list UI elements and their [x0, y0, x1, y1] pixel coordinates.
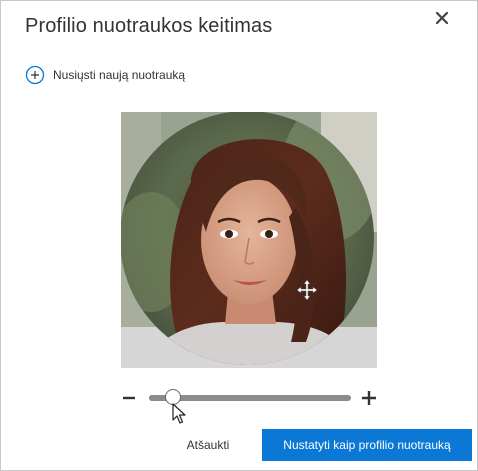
plus-circle-icon	[25, 65, 45, 85]
dialog-title: Profilio nuotraukos keitimas	[25, 15, 273, 37]
profile-photo	[121, 112, 377, 368]
close-button[interactable]	[431, 7, 453, 29]
change-profile-photo-dialog: Profilio nuotraukos keitimas Nusiųsti na…	[0, 0, 478, 471]
zoom-in-button[interactable]	[359, 388, 379, 408]
plus-icon	[362, 391, 376, 405]
upload-new-photo-label: Nusiųsti naują nuotrauką	[53, 68, 186, 82]
minus-icon	[123, 396, 135, 400]
photo-crop-editor[interactable]	[121, 112, 377, 368]
zoom-out-button[interactable]	[121, 388, 137, 408]
cancel-button[interactable]: Atšaukti	[165, 430, 251, 460]
move-icon[interactable]	[295, 278, 319, 302]
upload-new-photo-link[interactable]: Nusiųsti naują nuotrauką	[25, 64, 185, 86]
zoom-slider-thumb[interactable]	[165, 389, 182, 405]
set-profile-photo-button[interactable]: Nustatyti kaip profilio nuotrauką	[262, 429, 472, 461]
close-icon	[436, 12, 448, 24]
zoom-slider-row	[119, 385, 381, 411]
